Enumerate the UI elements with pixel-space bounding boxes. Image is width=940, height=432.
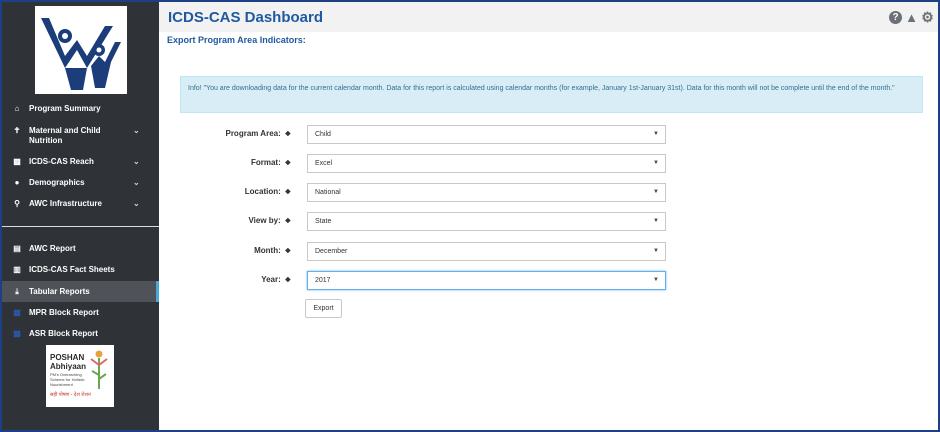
family-logo-icon xyxy=(41,18,121,90)
info-icon[interactable]: ❖ xyxy=(283,218,291,225)
month-label: Month: ❖ xyxy=(161,246,291,255)
sidebar-item-icds-cas-reach[interactable]: ▩ ICDS-CAS Reach ⌄ xyxy=(2,157,159,167)
select-value: Excel xyxy=(315,160,333,167)
chevron-down-icon[interactable]: ⌄ xyxy=(133,199,140,209)
poshan-abhiyaan-logo[interactable]: POSHAN Abhiyaan PM's Overarching Scheme … xyxy=(46,345,114,407)
info-alert-text: Info! "You are downloading data for the … xyxy=(188,85,895,92)
sidebar-item-demographics[interactable]: ● Demographics ⌄ xyxy=(2,178,159,188)
select-value: State xyxy=(315,218,332,225)
sidebar-item-tabular-reports[interactable]: ⤓ Tabular Reports xyxy=(2,281,159,302)
download-icon: ⤓ xyxy=(15,286,19,296)
sidebar-item-mpr-block-report[interactable]: ▩ MPR Block Report xyxy=(2,308,159,318)
chevron-down-icon[interactable]: ⌄ xyxy=(133,126,140,136)
info-icon[interactable]: ❖ xyxy=(283,277,291,284)
sidebar-item-asr-block-report[interactable]: ▩ ASR Block Report xyxy=(2,329,159,339)
app-frame: ⌂ Program Summary ✝ Maternal and Child N… xyxy=(0,0,940,432)
caret-down-icon: ▼ xyxy=(653,277,659,283)
sidebar-item-label: ICDS-CAS Fact Sheets xyxy=(29,265,115,274)
poshan-logo-tagline: PM's Overarching Scheme for Holistic Nou… xyxy=(50,372,85,387)
info-alert: Info! "You are downloading data for the … xyxy=(180,76,923,113)
year-select[interactable]: 2017 ▼ xyxy=(307,271,666,290)
sidebar-item-label: Demographics xyxy=(29,178,85,187)
select-value: December xyxy=(315,248,348,255)
home-icon: ⌂ xyxy=(14,104,20,113)
caret-down-icon: ▼ xyxy=(653,218,659,224)
field-label: Program Area: xyxy=(225,129,281,138)
users-icon: ● xyxy=(14,178,20,187)
format-label: Format: ❖ xyxy=(161,158,291,167)
block-report-icon: ▩ xyxy=(13,308,21,317)
caret-down-icon: ▼ xyxy=(653,248,659,254)
sidebar-item-label: ASR Block Report xyxy=(29,329,98,338)
help-icon[interactable]: ? xyxy=(889,11,902,24)
poshan-logo-text: POSHAN xyxy=(50,353,85,362)
gear-icon[interactable]: ⚙ xyxy=(921,10,934,24)
warning-icon[interactable]: ▲ xyxy=(905,11,918,24)
location-label: Location: ❖ xyxy=(161,187,291,196)
program-area-select[interactable]: Child ▼ xyxy=(307,125,666,144)
sidebar-divider xyxy=(2,226,159,227)
sidebar-item-awc-infrastructure[interactable]: ⚲ AWC Infrastructure ⌄ xyxy=(2,199,159,209)
sidebar-item-fact-sheets[interactable]: ▥ ICDS-CAS Fact Sheets xyxy=(2,265,159,275)
format-select[interactable]: Excel ▼ xyxy=(307,154,666,173)
sidebar-item-label: ICDS-CAS Reach xyxy=(29,157,94,166)
sidebar-item-label: AWC Report xyxy=(29,244,76,253)
poshan-logo-text: Abhiyaan xyxy=(50,362,87,371)
caret-down-icon: ▼ xyxy=(653,189,659,195)
icds-logo[interactable] xyxy=(35,6,127,94)
sidebar: ⌂ Program Summary ✝ Maternal and Child N… xyxy=(2,2,159,430)
sidebar-item-label: Tabular Reports xyxy=(29,286,90,296)
sidebar-item-label: Maternal and Child Nutrition xyxy=(29,126,101,145)
sidebar-item-program-summary[interactable]: ⌂ Program Summary xyxy=(2,104,159,114)
select-value: Child xyxy=(315,131,331,138)
top-header: ICDS-CAS Dashboard ? ▲ ⚙ xyxy=(159,2,938,32)
select-value: 2017 xyxy=(315,277,331,284)
report-icon: ▤ xyxy=(13,244,21,253)
chevron-down-icon[interactable]: ⌄ xyxy=(133,157,140,167)
poshan-logo-slogan: सही पोषण - देश रोशन xyxy=(50,392,91,398)
sidebar-item-label: MPR Block Report xyxy=(29,308,99,317)
info-icon[interactable]: ❖ xyxy=(283,160,291,167)
field-label: Month: xyxy=(254,246,281,255)
field-label: Location: xyxy=(244,187,281,196)
map-pin-icon: ⚲ xyxy=(14,199,20,208)
select-value: National xyxy=(315,189,341,196)
sidebar-item-label: Program Summary xyxy=(29,104,101,113)
field-label: View by: xyxy=(248,216,281,225)
poshan-figure-icon xyxy=(90,350,108,389)
field-label: Format: xyxy=(250,158,281,167)
document-icon: ▥ xyxy=(13,265,21,274)
bar-chart-icon: ▩ xyxy=(13,157,21,166)
view-by-select[interactable]: State ▼ xyxy=(307,212,666,231)
header-icons: ? ▲ ⚙ xyxy=(889,10,934,24)
sidebar-item-awc-report[interactable]: ▤ AWC Report xyxy=(2,244,159,254)
info-icon[interactable]: ❖ xyxy=(283,131,291,138)
sidebar-item-label: AWC Infrastructure xyxy=(29,199,102,208)
month-select[interactable]: December ▼ xyxy=(307,242,666,261)
active-indicator xyxy=(156,281,159,302)
block-report-icon: ▩ xyxy=(13,329,21,338)
view-by-label: View by: ❖ xyxy=(161,216,291,225)
program-area-label: Program Area: ❖ xyxy=(161,129,291,138)
sidebar-item-maternal-child-nutrition[interactable]: ✝ Maternal and Child Nutrition ⌄ xyxy=(2,126,159,146)
chevron-down-icon[interactable]: ⌄ xyxy=(133,178,140,188)
caret-down-icon: ▼ xyxy=(653,160,659,166)
page-subtitle: Export Program Area Indicators: xyxy=(167,35,306,45)
info-icon[interactable]: ❖ xyxy=(283,189,291,196)
field-label: Year: xyxy=(261,275,281,284)
page-title: ICDS-CAS Dashboard xyxy=(168,9,324,26)
export-button[interactable]: Export xyxy=(305,299,342,318)
info-icon[interactable]: ❖ xyxy=(283,248,291,255)
year-label: Year: ❖ xyxy=(161,275,291,284)
location-select[interactable]: National ▼ xyxy=(307,183,666,202)
child-icon: ✝ xyxy=(13,126,21,135)
caret-down-icon: ▼ xyxy=(653,131,659,137)
